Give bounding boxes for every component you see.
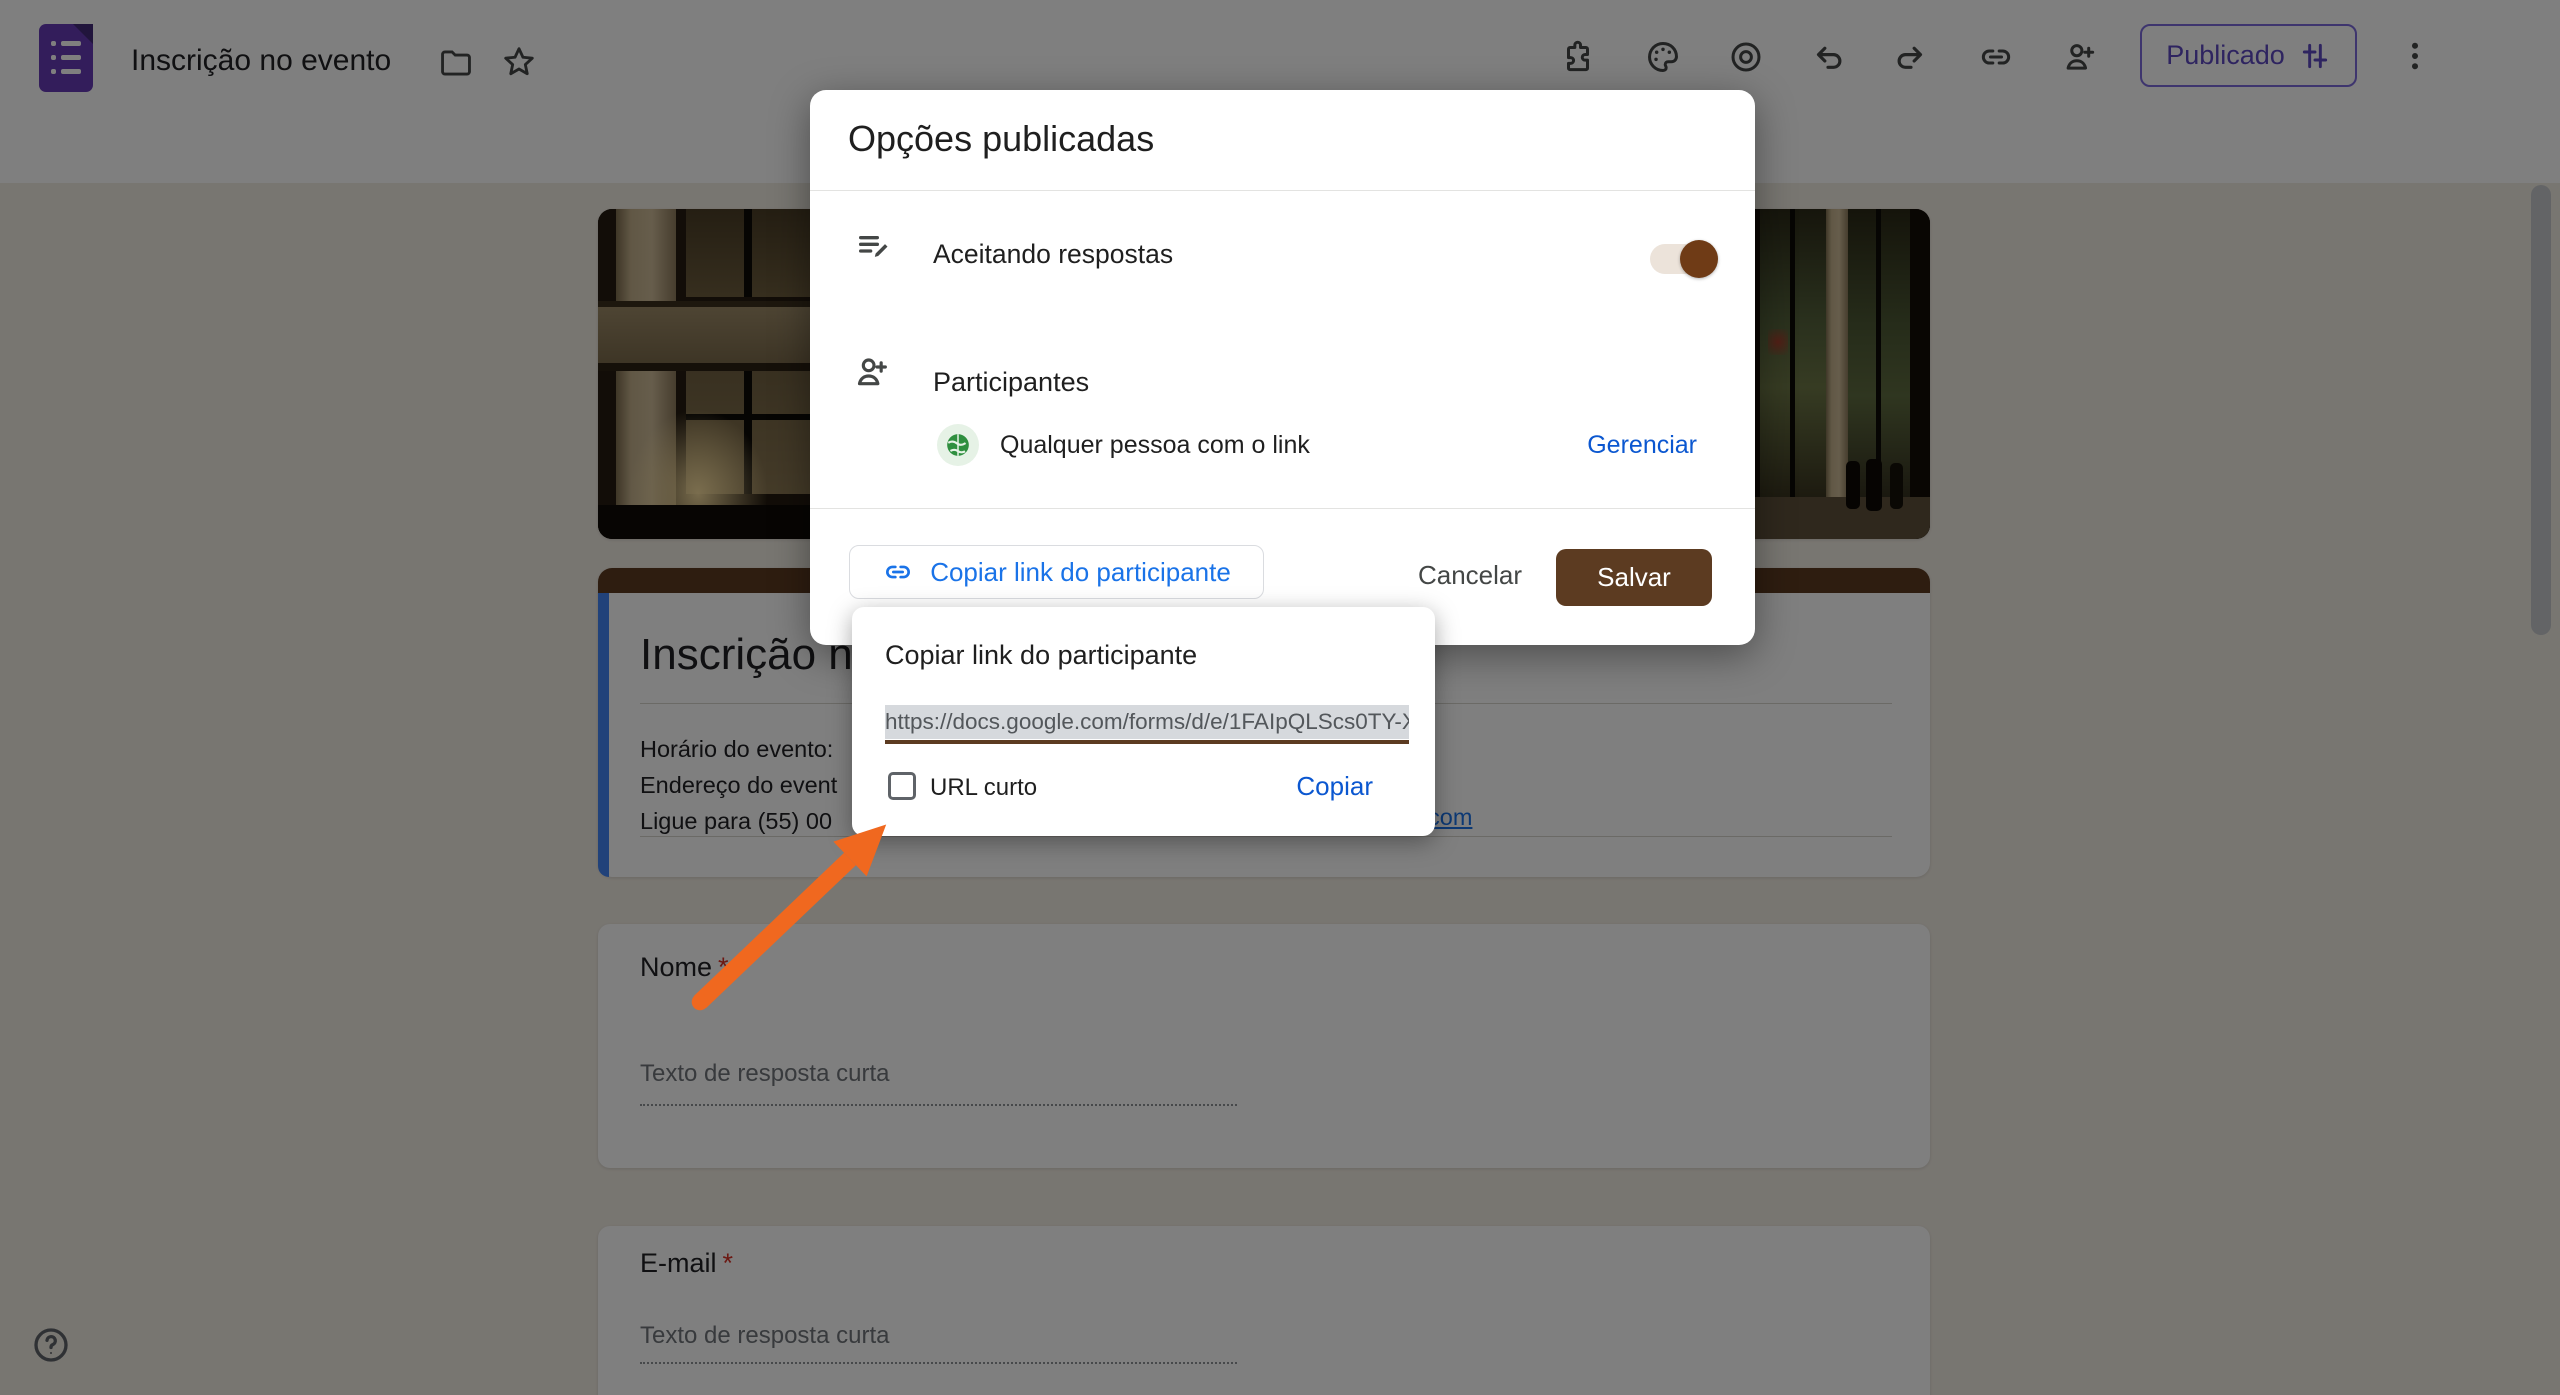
accepting-responses-label: Aceitando respostas [933, 236, 1173, 272]
divider [810, 508, 1755, 509]
copy-button[interactable]: Copiar [1296, 770, 1373, 802]
url-field-underline [885, 740, 1409, 744]
participants-heading: Participantes [933, 364, 1089, 400]
edit-note-icon [854, 226, 894, 266]
cancel-button[interactable]: Cancelar [1400, 550, 1540, 600]
short-url-label[interactable]: URL curto [930, 773, 1037, 803]
person-add-icon [852, 352, 892, 392]
access-level-label: Qualquer pessoa com o link [1000, 430, 1310, 460]
popup-title: Copiar link do participante [885, 640, 1197, 671]
responder-url-field[interactable]: https://docs.google.com/forms/d/e/1FAIpQ… [885, 705, 1409, 739]
short-url-checkbox[interactable] [888, 772, 916, 800]
copy-link-popup: Copiar link do participante https://docs… [852, 607, 1435, 836]
anyone-with-link-chip [937, 424, 979, 466]
save-button[interactable]: Salvar [1556, 549, 1712, 606]
toggle-thumb [1680, 240, 1718, 278]
accepting-responses-toggle[interactable] [1650, 244, 1706, 274]
link-icon [882, 556, 914, 588]
manage-link[interactable]: Gerenciar [1587, 430, 1697, 460]
divider [810, 190, 1755, 191]
copy-responder-link-label: Copiar link do participante [930, 557, 1231, 588]
copy-responder-link-button[interactable]: Copiar link do participante [849, 545, 1264, 599]
dialog-title: Opções publicadas [848, 118, 1154, 160]
globe-icon [945, 432, 971, 458]
published-options-dialog: Opções publicadas Aceitando respostas Pa… [810, 90, 1755, 645]
google-forms-editor: Inscrição no evento [0, 0, 2560, 1395]
